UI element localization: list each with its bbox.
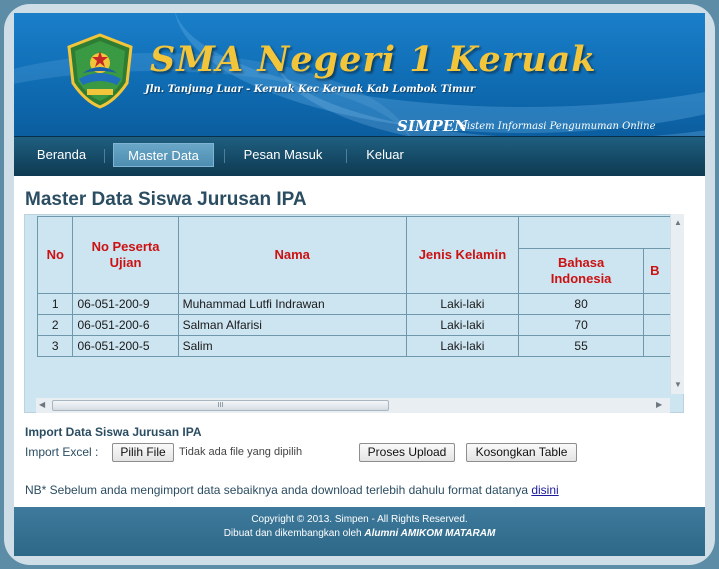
scroll-left-icon[interactable]: ◀	[39, 400, 45, 410]
school-name: SMA Negeri 1 Keruak	[150, 39, 597, 80]
column-header-no: No	[36, 216, 74, 294]
page-title: Master Data Siswa Jurusan IPA	[25, 189, 307, 210]
school-address: Jln. Tanjung Luar - Keruak Kec Keruak Ka…	[145, 84, 476, 95]
student-table: No No Peserta Ujian Nama Jenis Kelamin B…	[36, 216, 683, 357]
cell-bahasa-indonesia: 70	[517, 314, 645, 336]
choose-file-button[interactable]: Pilih File	[112, 443, 174, 462]
nav-item-keluar[interactable]: Keluar	[356, 143, 414, 167]
horizontal-scroll-thumb[interactable]: III	[52, 400, 389, 411]
cell-no: 2	[36, 314, 74, 336]
nav-item-pesan-masuk[interactable]: Pesan Masuk	[233, 143, 333, 167]
import-excel-label: Import Excel :	[25, 445, 99, 459]
import-note-text: NB* Sebelum anda mengimport data sebaikn…	[25, 483, 528, 497]
cell-nama: Salman Alfarisi	[177, 314, 407, 336]
table-row: 2 06-051-200-6 Salman Alfarisi Laki-laki…	[36, 314, 683, 336]
scroll-down-icon[interactable]: ▼	[674, 380, 682, 390]
cell-nomor-peserta: 06-051-200-9	[72, 293, 179, 315]
upload-button[interactable]: Proses Upload	[359, 443, 455, 462]
download-template-link[interactable]: disini	[531, 483, 558, 497]
page: SMA Negeri 1 Keruak Jln. Tanjung Luar - …	[14, 13, 705, 556]
cell-nama: Muhammad Lutfi Indrawan	[177, 293, 407, 315]
cell-nama: Salim	[177, 335, 407, 357]
footer: Copyright © 2013. Simpen - All Rights Re…	[14, 507, 705, 556]
app-description: Sistem Informasi Pengumuman Online	[460, 121, 656, 132]
cell-nomor-peserta: 06-051-200-5	[72, 335, 179, 357]
footer-credit-prefix: Dibuat dan dikembangkan oleh	[223, 528, 362, 539]
main-navigation: Beranda Master Data Pesan Masuk Keluar	[14, 136, 705, 176]
column-header-bahasa-indonesia: Bahasa Indonesia	[517, 248, 645, 294]
cell-nomor-peserta: 06-051-200-6	[72, 314, 179, 336]
clear-table-button[interactable]: Kosongkan Table	[466, 443, 577, 462]
cell-jenis-kelamin: Laki-laki	[405, 314, 520, 336]
app-name: SIMPEN	[397, 117, 468, 135]
cell-jenis-kelamin: Laki-laki	[405, 293, 520, 315]
footer-copyright: Copyright © 2013. Simpen - All Rights Re…	[251, 514, 468, 525]
scroll-right-icon[interactable]: ▶	[656, 400, 662, 410]
vertical-scrollbar[interactable]: ▲ ▼	[670, 214, 684, 394]
cell-bahasa-indonesia: 55	[517, 335, 645, 357]
nav-separator	[346, 149, 347, 163]
nav-separator	[104, 149, 105, 163]
cell-jenis-kelamin: Laki-laki	[405, 335, 520, 357]
cell-bahasa-indonesia: 80	[517, 293, 645, 315]
cell-no: 1	[36, 293, 74, 315]
footer-credit-name: Alumni AMIKOM MATARAM	[364, 528, 496, 539]
footer-credit: Dibuat dan dikembangkan oleh Alumni AMIK…	[14, 528, 705, 539]
column-header-nomor-peserta: No Peserta Ujian	[72, 216, 179, 294]
table-row: 3 06-051-200-5 Salim Laki-laki 55	[36, 335, 683, 357]
nav-item-master-data[interactable]: Master Data	[113, 143, 214, 167]
nav-item-beranda[interactable]: Beranda	[24, 143, 99, 167]
school-emblem-icon	[67, 33, 133, 109]
table-scroll-area[interactable]: No No Peserta Ujian Nama Jenis Kelamin B…	[24, 214, 684, 413]
column-group-header	[518, 216, 683, 249]
import-section-title: Import Data Siswa Jurusan IPA	[25, 425, 202, 439]
import-note: NB* Sebelum anda mengimport data sebaikn…	[25, 483, 559, 497]
table-row: 1 06-051-200-9 Muhammad Lutfi Indrawan L…	[36, 293, 683, 315]
nav-separator	[224, 149, 225, 163]
horizontal-scrollbar[interactable]: ◀ III ▶	[36, 398, 670, 413]
column-header-nama: Nama	[177, 216, 407, 294]
cell-no: 3	[36, 335, 74, 357]
column-header-jenis-kelamin: Jenis Kelamin	[405, 216, 520, 294]
header-banner: SMA Negeri 1 Keruak Jln. Tanjung Luar - …	[14, 13, 705, 136]
scroll-up-icon[interactable]: ▲	[674, 218, 682, 228]
file-status-text: Tidak ada file yang dipilih	[179, 446, 303, 458]
